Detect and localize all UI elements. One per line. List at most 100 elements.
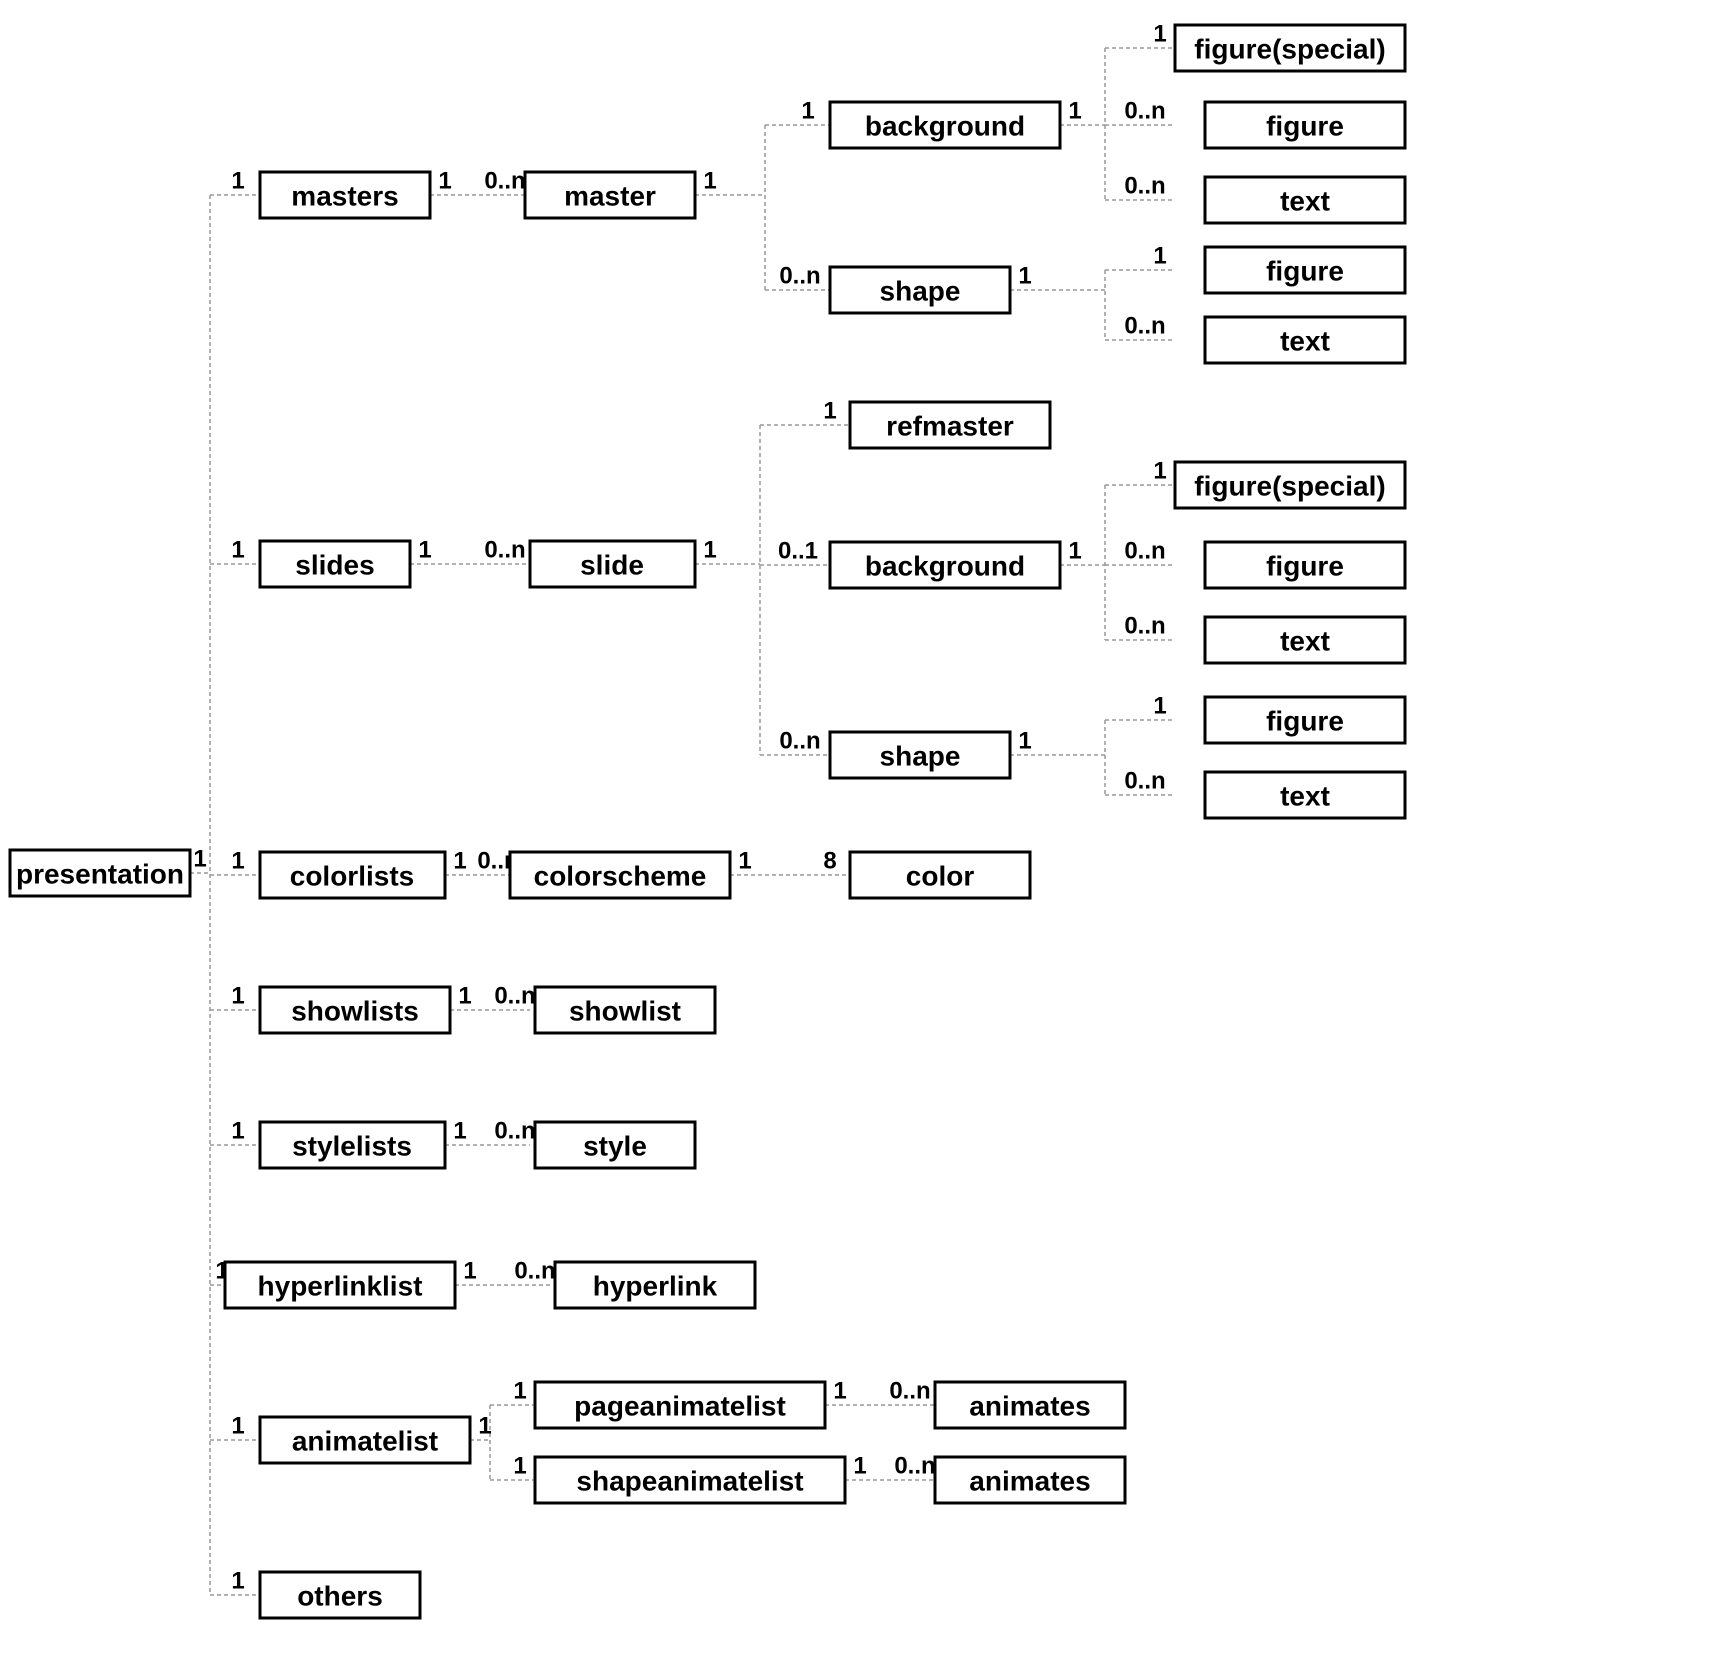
label-colorscheme: colorscheme	[534, 860, 707, 891]
label-color: color	[906, 860, 975, 891]
label-figure: figure	[1266, 255, 1344, 286]
card: 1	[1068, 97, 1081, 124]
node-text-1: text	[1205, 177, 1405, 223]
card: 1	[193, 845, 206, 872]
label-showlist: showlist	[569, 995, 681, 1026]
node-colorlists: colorlists	[260, 852, 445, 898]
card: 1	[231, 1412, 244, 1439]
card: 1	[513, 1377, 526, 1404]
card: 1	[231, 167, 244, 194]
card: 1	[463, 1257, 476, 1284]
node-animates-2: animates	[935, 1457, 1125, 1503]
card: 0..n	[1124, 97, 1165, 124]
card: 1	[453, 1117, 466, 1144]
label-figure-special: figure(special)	[1194, 470, 1385, 501]
node-master: master	[525, 172, 695, 218]
card: 1	[513, 1452, 526, 1479]
label-animates: animates	[969, 1390, 1090, 1421]
node-pageanimatelist: pageanimatelist	[535, 1382, 825, 1428]
label-showlists: showlists	[291, 995, 419, 1026]
node-background-master: background	[830, 102, 1060, 148]
node-refmaster: refmaster	[850, 402, 1050, 448]
node-stylelists: stylelists	[260, 1122, 445, 1168]
node-others: others	[260, 1572, 420, 1618]
node-figure-1: figure	[1205, 102, 1405, 148]
node-figure-2: figure	[1205, 247, 1405, 293]
node-text-3: text	[1205, 617, 1405, 663]
label-masters: masters	[291, 180, 398, 211]
node-showlist: showlist	[535, 987, 715, 1033]
card: 1	[478, 1412, 491, 1439]
node-figure-3: figure	[1205, 542, 1405, 588]
label-shape: shape	[880, 740, 961, 771]
label-shape: shape	[880, 275, 961, 306]
node-masters: masters	[260, 172, 430, 218]
card: 1	[1068, 537, 1081, 564]
card: 1	[703, 167, 716, 194]
card: 1	[458, 982, 471, 1009]
node-animates-1: animates	[935, 1382, 1125, 1428]
diagram-canvas: presentation 1 1 1 1 1 1 1 1 1 masters 1…	[0, 0, 1724, 1672]
card: 0..n	[1124, 172, 1165, 199]
node-figure-4: figure	[1205, 697, 1405, 743]
label-hyperlink: hyperlink	[593, 1270, 718, 1301]
label-hyperlinklist: hyperlinklist	[258, 1270, 423, 1301]
card: 0..n	[484, 167, 525, 194]
card: 1	[1018, 727, 1031, 754]
label-figure: figure	[1266, 110, 1344, 141]
card: 1	[703, 536, 716, 563]
label-background: background	[865, 110, 1025, 141]
card: 1	[1153, 692, 1166, 719]
card: 0..n	[484, 536, 525, 563]
card: 1	[231, 847, 244, 874]
node-text-4: text	[1205, 772, 1405, 818]
label-colorlists: colorlists	[290, 860, 414, 891]
label-animates: animates	[969, 1465, 1090, 1496]
card: 1	[853, 1452, 866, 1479]
node-presentation: presentation	[10, 850, 190, 896]
card: 8	[823, 847, 836, 874]
card: 1	[823, 397, 836, 424]
node-colorscheme: colorscheme	[510, 852, 730, 898]
label-style: style	[583, 1130, 647, 1161]
label-shapeanimatelist: shapeanimatelist	[576, 1465, 803, 1496]
node-shapeanimatelist: shapeanimatelist	[535, 1457, 845, 1503]
node-background-slide: background	[830, 542, 1060, 588]
card: 0..n	[494, 1117, 535, 1144]
card: 0..n	[1124, 537, 1165, 564]
node-color: color	[850, 852, 1030, 898]
card: 1	[418, 536, 431, 563]
label-text: text	[1280, 185, 1330, 216]
node-slides: slides	[260, 541, 410, 587]
card: 1	[738, 847, 751, 874]
card: 1	[1153, 20, 1166, 47]
card: 1	[1018, 262, 1031, 289]
node-style: style	[535, 1122, 695, 1168]
card: 1	[438, 167, 451, 194]
node-showlists: showlists	[260, 987, 450, 1033]
label-slides: slides	[295, 549, 374, 580]
node-figure-special-2: figure(special)	[1175, 462, 1405, 508]
label-text: text	[1280, 625, 1330, 656]
card: 1	[801, 97, 814, 124]
label-figure: figure	[1266, 550, 1344, 581]
card: 0..1	[778, 537, 818, 564]
label-background: background	[865, 550, 1025, 581]
node-slide: slide	[530, 541, 695, 587]
node-hyperlinklist: hyperlinklist	[225, 1262, 455, 1308]
node-animatelist: animatelist	[260, 1417, 470, 1463]
label-text: text	[1280, 325, 1330, 356]
card: 0..n	[779, 727, 820, 754]
label-figure: figure	[1266, 705, 1344, 736]
node-figure-special-1: figure(special)	[1175, 25, 1405, 71]
card: 1	[833, 1377, 846, 1404]
card: 1	[231, 1117, 244, 1144]
card: 1	[231, 536, 244, 563]
card: 0..n	[1124, 312, 1165, 339]
card: 1	[1153, 242, 1166, 269]
node-text-2: text	[1205, 317, 1405, 363]
label-master: master	[564, 180, 656, 211]
card: 1	[1153, 457, 1166, 484]
label-figure-special: figure(special)	[1194, 33, 1385, 64]
node-hyperlink: hyperlink	[555, 1262, 755, 1308]
